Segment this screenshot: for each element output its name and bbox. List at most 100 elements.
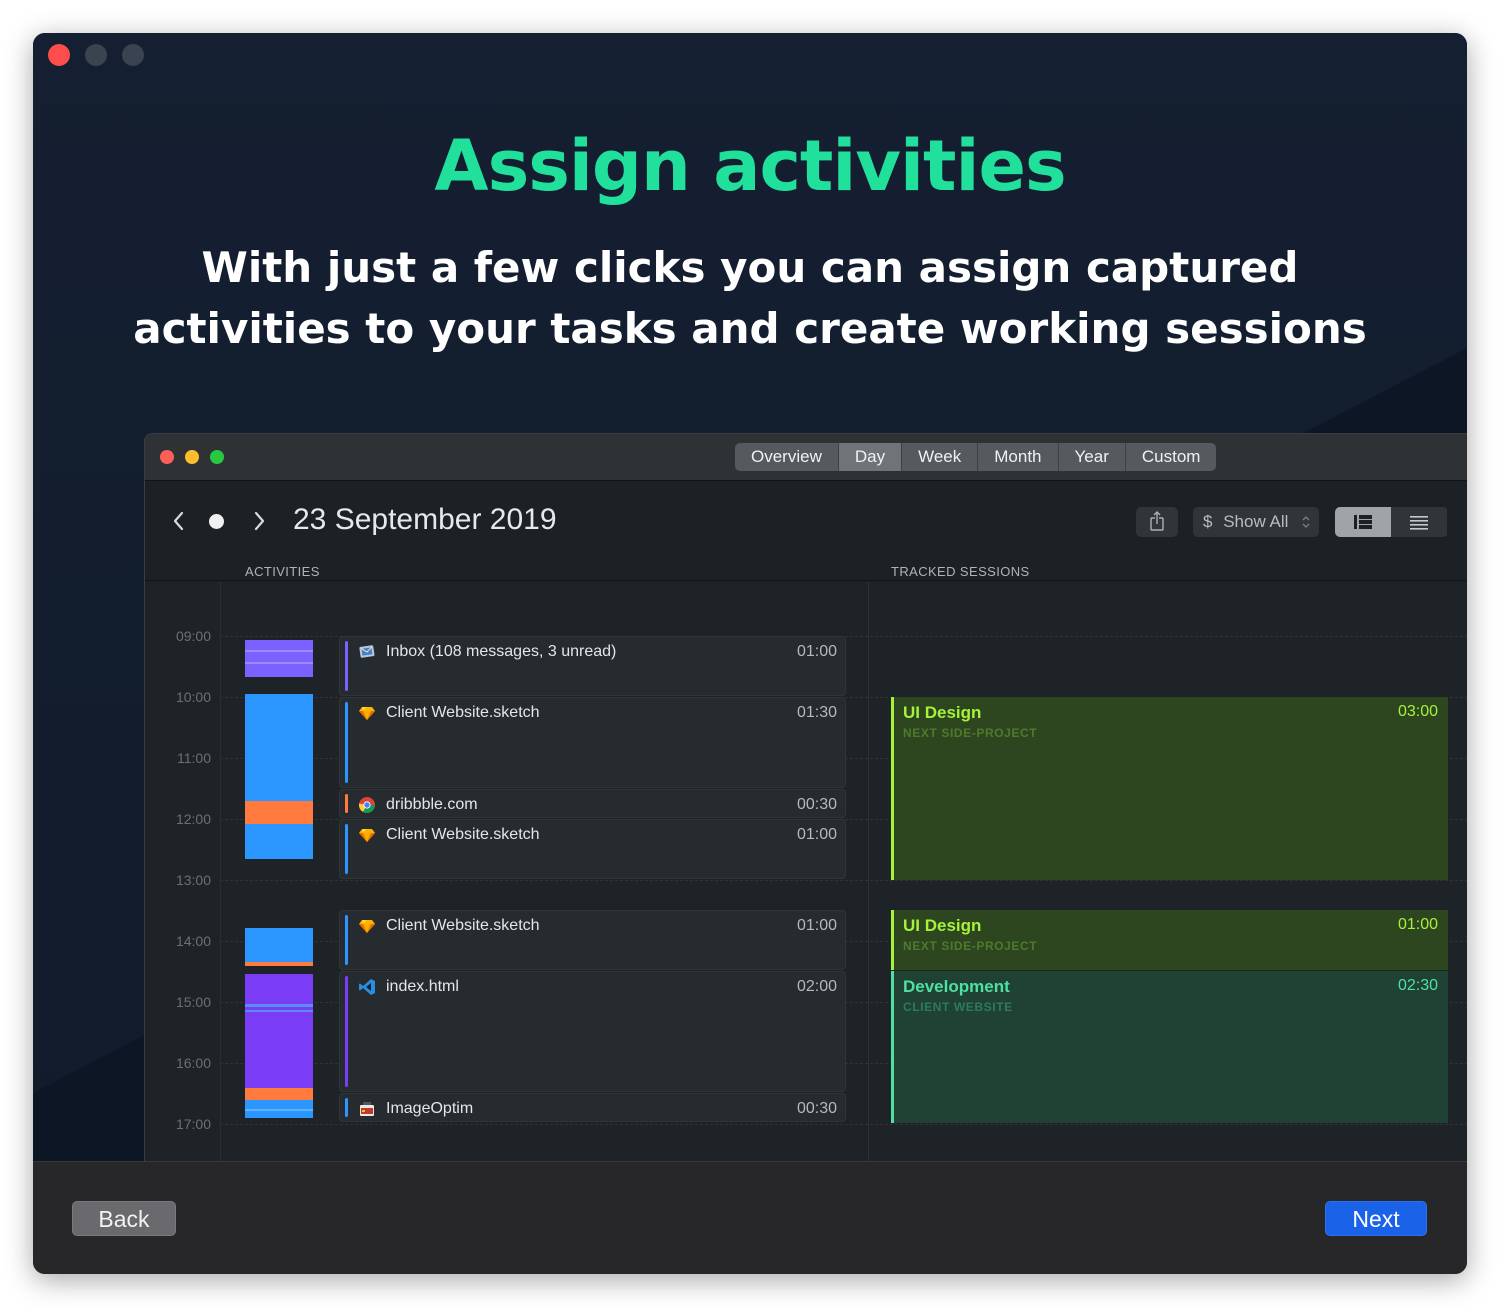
show-all-select[interactable]: $ Show All — [1193, 507, 1319, 537]
back-button[interactable]: Back — [72, 1201, 176, 1236]
chevron-left-icon[interactable] — [169, 509, 189, 533]
activity-duration: 01:00 — [796, 917, 837, 934]
app-close-button[interactable] — [160, 450, 174, 464]
sketch-icon — [359, 920, 375, 933]
sketch-icon — [359, 707, 375, 720]
session-title: UI Design — [903, 703, 982, 722]
updown-chevron-icon — [1302, 516, 1310, 528]
session-project: NEXT SIDE-PROJECT — [903, 939, 1038, 953]
activities-column-label: ACTIVITIES — [245, 564, 320, 579]
session-card[interactable]: UI Design NEXT SIDE-PROJECT 03:00 — [891, 697, 1448, 880]
session-project: CLIENT WEBSITE — [903, 1000, 1013, 1014]
activity-duration: 00:30 — [796, 796, 837, 813]
activity-color-strip — [345, 915, 348, 965]
chevron-right-icon[interactable] — [249, 509, 269, 533]
hero-panel: Assign activities With just a few clicks… — [33, 33, 1467, 1161]
activity-card[interactable]: ImageOptim 00:30 — [339, 1093, 846, 1122]
sessions-column-label: TRACKED SESSIONS — [891, 564, 1030, 579]
chrome-icon — [358, 797, 375, 813]
activity-name: Client Website.sketch — [386, 704, 540, 721]
activity-color-strip — [345, 794, 348, 813]
onboarding-window: Assign activities With just a few clicks… — [33, 33, 1467, 1274]
tab-day[interactable]: Day — [838, 443, 903, 471]
activity-duration: 01:00 — [796, 643, 837, 660]
activity-duration: 01:30 — [796, 704, 837, 721]
session-color-strip — [891, 971, 894, 1123]
app-titlebar: Overview Day Week Month Year Custom — [145, 434, 1467, 481]
session-color-strip — [891, 697, 894, 880]
tab-custom[interactable]: Custom — [1126, 443, 1217, 471]
time-label: 14:00 — [175, 933, 211, 949]
activity-bar-sketch[interactable] — [245, 928, 313, 962]
activity-card[interactable]: Client Website.sketch 01:00 — [339, 910, 846, 970]
list-view-icon — [1410, 516, 1428, 530]
hour-line — [220, 880, 1467, 881]
activity-card[interactable]: Client Website.sketch 01:00 — [339, 819, 846, 879]
session-card[interactable]: Development CLIENT WEBSITE 02:30 — [891, 971, 1448, 1123]
show-all-label: Show All — [1223, 512, 1289, 531]
column-divider — [868, 582, 869, 1161]
activity-bar-code[interactable] — [245, 974, 313, 1088]
activity-duration: 00:30 — [796, 1100, 837, 1117]
list-view-button[interactable] — [1391, 507, 1447, 537]
app-minimize-button[interactable] — [185, 450, 199, 464]
time-label: 13:00 — [175, 872, 211, 888]
activity-bar-imageoptim[interactable] — [245, 1100, 313, 1118]
footer-bar: Back Next — [33, 1161, 1467, 1274]
activity-duration: 02:00 — [796, 978, 837, 995]
activity-bar-orange-slice[interactable] — [245, 962, 313, 966]
split-view-button[interactable] — [1335, 507, 1391, 537]
time-label: 10:00 — [175, 689, 211, 705]
next-button[interactable]: Next — [1325, 1201, 1427, 1236]
app-toolbar: 23 September 2019 $ Show All ACTIVITIES … — [145, 481, 1467, 581]
activity-bar-mail[interactable] — [245, 640, 313, 677]
activity-name: Client Website.sketch — [386, 917, 540, 934]
tab-month[interactable]: Month — [978, 443, 1059, 471]
share-icon — [1150, 511, 1164, 531]
activity-color-strip — [345, 702, 348, 783]
gutter-divider — [220, 582, 221, 1161]
session-card[interactable]: UI Design NEXT SIDE-PROJECT 01:00 — [891, 910, 1448, 970]
today-dot-button[interactable] — [209, 514, 224, 529]
hero-subtitle-line-2: activities to your tasks and create work… — [133, 304, 1367, 353]
activity-bar-orange-slice[interactable] — [245, 1088, 313, 1100]
mail-icon — [359, 645, 375, 658]
time-label: 15:00 — [175, 994, 211, 1010]
activity-color-strip — [345, 824, 348, 874]
activity-color-strip — [345, 1098, 348, 1117]
time-label: 17:00 — [175, 1116, 211, 1132]
activity-name: dribbble.com — [386, 796, 478, 813]
tab-week[interactable]: Week — [902, 443, 979, 471]
session-title: Development — [903, 977, 1010, 996]
time-label: 11:00 — [177, 750, 211, 766]
tab-overview[interactable]: Overview — [735, 443, 839, 471]
sketch-icon — [359, 829, 375, 842]
activity-name: Client Website.sketch — [386, 826, 540, 843]
activity-bar-sketch[interactable] — [245, 694, 313, 801]
session-project: NEXT SIDE-PROJECT — [903, 726, 1038, 740]
dollar-icon: $ — [1203, 512, 1213, 531]
share-button[interactable] — [1136, 507, 1178, 537]
time-label: 09:00 — [175, 628, 211, 644]
activity-bar-sketch[interactable] — [245, 824, 313, 859]
view-mode-toggle — [1335, 507, 1448, 537]
session-duration: 01:00 — [1397, 916, 1438, 933]
activity-bar-dribbble[interactable] — [245, 801, 313, 824]
activity-duration: 01:00 — [796, 826, 837, 843]
hour-line — [220, 1124, 1467, 1125]
activity-card[interactable]: index.html 02:00 — [339, 971, 846, 1092]
window-close-button[interactable] — [48, 44, 70, 66]
time-label: 16:00 — [175, 1055, 211, 1071]
window-minimize-button[interactable] — [85, 44, 107, 66]
app-zoom-button[interactable] — [210, 450, 224, 464]
activity-card[interactable]: Client Website.sketch 01:30 — [339, 697, 846, 788]
view-tabs: Overview Day Week Month Year Custom — [735, 443, 1217, 471]
activity-name: ImageOptim — [386, 1100, 474, 1117]
app-screenshot: Overview Day Week Month Year Custom 23 S… — [144, 433, 1467, 1161]
window-zoom-button[interactable] — [122, 44, 144, 66]
activity-card[interactable]: Inbox (108 messages, 3 unread) 01:00 — [339, 636, 846, 696]
imageoptim-icon — [360, 1102, 374, 1116]
activity-card[interactable]: dribbble.com 00:30 — [339, 789, 846, 818]
tab-year[interactable]: Year — [1059, 443, 1126, 471]
activity-color-strip — [345, 976, 348, 1087]
